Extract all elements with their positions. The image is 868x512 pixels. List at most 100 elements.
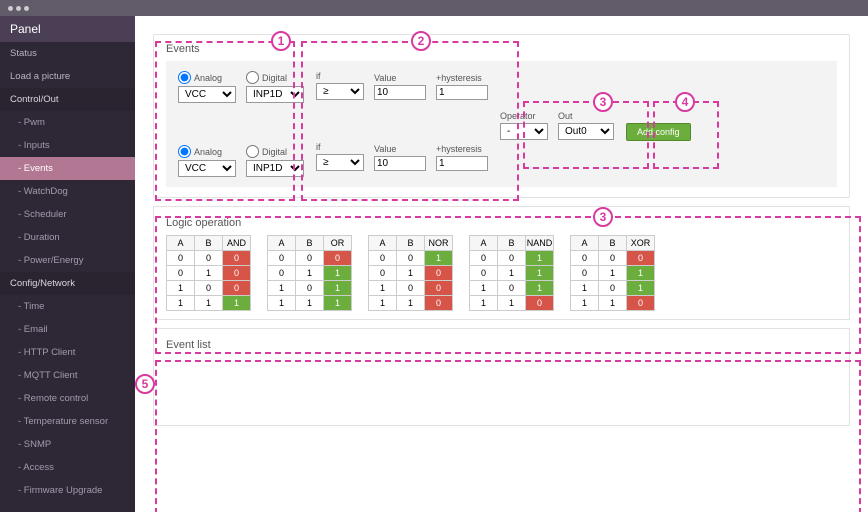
sidebar-sub-snmp[interactable]: - SNMP xyxy=(0,433,135,456)
logic-table-nand: ABNAND001011101110 xyxy=(469,235,554,311)
logic-title: Logic operation xyxy=(166,217,837,229)
hyst-label: +hysteresis xyxy=(436,73,488,83)
logic-row: 011 xyxy=(470,266,554,281)
analog-radio-b[interactable]: Analog xyxy=(178,145,222,158)
logic-th: A xyxy=(571,236,599,251)
digital-radio-input[interactable] xyxy=(246,71,259,84)
operator-select[interactable]: - xyxy=(500,123,548,140)
logic-row: 010 xyxy=(369,266,453,281)
logic-row: 111 xyxy=(268,296,352,311)
logic-row: 101 xyxy=(571,281,655,296)
logic-row: 000 xyxy=(167,251,251,266)
source-row-b: Analog VCC Digital INP1D xyxy=(178,145,304,177)
logic-table-or: ABOR000011101111 xyxy=(267,235,352,311)
sidebar-sub-firmware[interactable]: - Firmware Upgrade xyxy=(0,479,135,502)
logic-th: NOR xyxy=(425,236,453,251)
sidebar-sub-httpclient[interactable]: - HTTP Client xyxy=(0,341,135,364)
logic-th: B xyxy=(195,236,223,251)
sidebar-sub-powerenergy[interactable]: - Power/Energy xyxy=(0,249,135,272)
logic-table-nor: ABNOR001010100110 xyxy=(368,235,453,311)
add-group: Add config xyxy=(626,71,691,141)
window-titlebar xyxy=(0,0,868,16)
value-input-a[interactable] xyxy=(374,85,426,100)
logic-row: 001 xyxy=(470,251,554,266)
hyst-input-a[interactable] xyxy=(436,85,488,100)
analog-radio-input[interactable] xyxy=(178,145,191,158)
source-row-a: Analog VCC Digital INP1D xyxy=(178,71,304,103)
digital-radio-a[interactable]: Digital xyxy=(246,71,287,84)
sidebar-sub-events[interactable]: - Events xyxy=(0,157,135,180)
analog-radio-input[interactable] xyxy=(178,71,191,84)
sidebar-sub-inputs[interactable]: - Inputs xyxy=(0,134,135,157)
digital-label: Digital xyxy=(262,73,287,83)
sidebar-sub-temp[interactable]: - Temperature sensor xyxy=(0,410,135,433)
logic-row: 010 xyxy=(167,266,251,281)
logic-row: 110 xyxy=(470,296,554,311)
logic-th: B xyxy=(599,236,627,251)
digital-radio-input[interactable] xyxy=(246,145,259,158)
logic-th: A xyxy=(268,236,296,251)
logic-row: 000 xyxy=(268,251,352,266)
analog-label: Analog xyxy=(194,73,222,83)
add-config-button[interactable]: Add config xyxy=(626,123,691,141)
hyst-input-b[interactable] xyxy=(436,156,488,171)
out-label: Out xyxy=(558,111,614,121)
logic-th: B xyxy=(498,236,526,251)
logic-th: A xyxy=(167,236,195,251)
sidebar-sub-remotecontrol[interactable]: - Remote control xyxy=(0,387,135,410)
digital-radio-b[interactable]: Digital xyxy=(246,145,287,158)
logic-tables: ABAND000010100111ABOR000011101111ABNOR00… xyxy=(166,235,837,311)
cond-group: if≥ Value +hysteresis if≥ Value +hystere… xyxy=(316,71,488,171)
sidebar-sub-time[interactable]: - Time xyxy=(0,295,135,318)
sidebar-item-status[interactable]: Status xyxy=(0,42,135,65)
logic-row: 111 xyxy=(167,296,251,311)
logic-table-xor: ABXOR000011101110 xyxy=(570,235,655,311)
if-select-b[interactable]: ≥ xyxy=(316,154,364,171)
sidebar-sub-duration[interactable]: - Duration xyxy=(0,226,135,249)
if-label: if xyxy=(316,71,364,81)
out-select[interactable]: Out0 xyxy=(558,123,614,140)
digital-select-a[interactable]: INP1D xyxy=(246,86,304,103)
value-input-b[interactable] xyxy=(374,156,426,171)
sidebar-item-loadpic[interactable]: Load a picture xyxy=(0,65,135,88)
sidebar-sub-scheduler[interactable]: - Scheduler xyxy=(0,203,135,226)
logic-th: A xyxy=(470,236,498,251)
logic-row: 011 xyxy=(268,266,352,281)
analog-radio-a[interactable]: Analog xyxy=(178,71,222,84)
logic-row: 101 xyxy=(470,281,554,296)
sidebar-sub-access[interactable]: - Access xyxy=(0,456,135,479)
sidebar-cat-confignetwork[interactable]: Config/Network xyxy=(0,272,135,295)
events-panel: Events Analog VCC xyxy=(153,34,850,198)
eventlist-panel: Event list xyxy=(153,328,850,426)
eventlist-title: Event list xyxy=(166,339,837,351)
sidebar-header: Panel xyxy=(0,16,135,42)
logic-th: B xyxy=(296,236,324,251)
sidebar: Panel Status Load a picture Control/Out … xyxy=(0,16,135,512)
analog-select-a[interactable]: VCC xyxy=(178,86,236,103)
digital-select-b[interactable]: INP1D xyxy=(246,160,304,177)
if-select-a[interactable]: ≥ xyxy=(316,83,364,100)
sidebar-sub-mqttclient[interactable]: - MQTT Client xyxy=(0,364,135,387)
logic-table-and: ABAND000010100111 xyxy=(166,235,251,311)
logic-row: 100 xyxy=(369,281,453,296)
logic-row: 000 xyxy=(571,251,655,266)
operator-label: Operator xyxy=(500,111,548,121)
logic-th: XOR xyxy=(627,236,655,251)
logic-th: OR xyxy=(324,236,352,251)
callout-circle-5: 5 xyxy=(135,374,155,394)
source-group: Analog VCC Digital INP1D xyxy=(178,71,304,177)
sidebar-sub-watchdog[interactable]: - WatchDog xyxy=(0,180,135,203)
logic-panel: Logic operation ABAND000010100111ABOR000… xyxy=(153,206,850,320)
analog-select-b[interactable]: VCC xyxy=(178,160,236,177)
logic-row: 110 xyxy=(369,296,453,311)
operator-out-group: Operator - Out Out0 xyxy=(500,71,614,140)
window-dot xyxy=(8,6,13,11)
sidebar-cat-controlout[interactable]: Control/Out xyxy=(0,88,135,111)
sidebar-sub-pwm[interactable]: - Pwm xyxy=(0,111,135,134)
window-dot xyxy=(16,6,21,11)
window-dot xyxy=(24,6,29,11)
logic-row: 101 xyxy=(268,281,352,296)
logic-th: B xyxy=(397,236,425,251)
logic-th: A xyxy=(369,236,397,251)
sidebar-sub-email[interactable]: - Email xyxy=(0,318,135,341)
